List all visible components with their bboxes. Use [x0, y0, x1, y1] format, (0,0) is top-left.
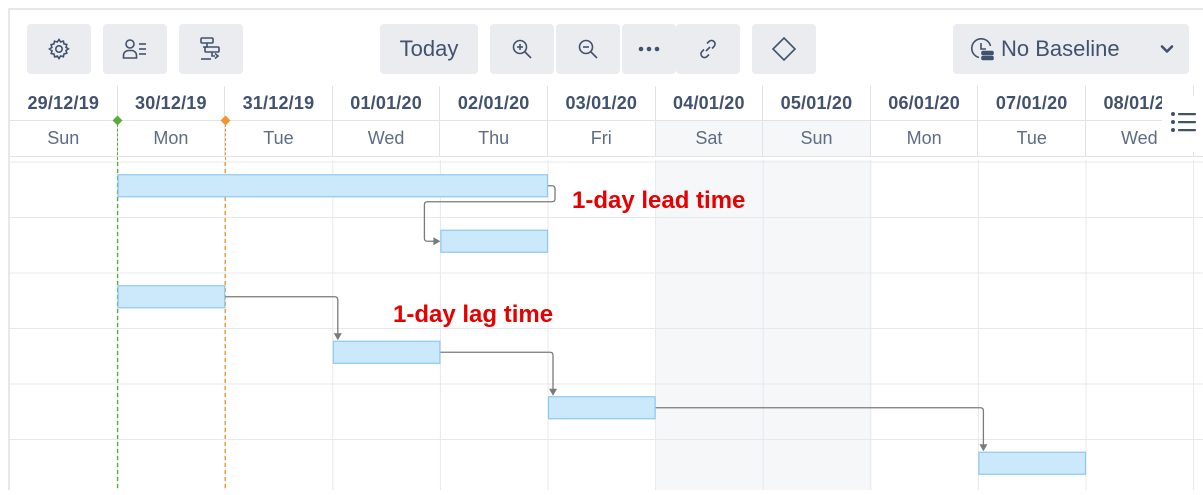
chain-link-icon — [696, 37, 720, 61]
task-bar[interactable] — [440, 229, 549, 253]
lag-time-annotation: 1-day lag time — [393, 301, 554, 328]
link-tasks-button[interactable] — [676, 24, 740, 74]
day-header-cell: Tue — [978, 121, 1086, 156]
day-header-cell: Tue — [225, 121, 333, 156]
zoom-out-button[interactable] — [556, 24, 620, 74]
timeline-header: 29/12/19 30/12/19 31/12/19 01/01/20 02/01/20… — [10, 86, 1203, 160]
date-header-cell: 04/01/20 — [656, 86, 764, 120]
gantt-app: Today No Baseline 29/12/19 30/12/19 31/1… — [0, 0, 1203, 495]
ellipsis-icon — [638, 46, 660, 52]
add-milestone-button[interactable] — [752, 24, 816, 74]
baseline-label: No Baseline — [1001, 36, 1120, 61]
settings-button[interactable] — [27, 24, 91, 74]
day-header-cell: Mon — [118, 121, 226, 156]
zoom-in-icon — [510, 37, 534, 61]
today-button[interactable]: Today — [380, 24, 478, 74]
day-header-cell: Wed — [333, 121, 441, 156]
more-options-button[interactable] — [622, 24, 676, 74]
today-button-label: Today — [399, 36, 459, 61]
task-bar[interactable] — [547, 396, 656, 420]
day-header-cell: Thu — [440, 121, 548, 156]
baseline-clock-icon — [969, 36, 995, 62]
today-marker-header-line — [116, 124, 118, 160]
dependency-arrowhead — [979, 444, 988, 452]
day-row: Sun Mon Tue Wed Thu Fri Sat Sun Mon Tue Wed — [10, 121, 1203, 157]
date-row: 29/12/19 30/12/19 31/12/19 01/01/20 02/01/20… — [10, 86, 1203, 121]
task-bar[interactable] — [332, 340, 441, 364]
weekend-column — [763, 160, 871, 490]
chevron-down-icon — [1159, 41, 1175, 57]
dependency-arrowhead — [549, 388, 557, 396]
date-header-cell: 05/01/20 — [763, 86, 871, 120]
date-header-cell: 31/12/19 — [225, 86, 333, 120]
baseline-dropdown[interactable]: No Baseline — [953, 24, 1189, 74]
date-header-cell: 01/01/20 — [333, 86, 441, 120]
date-header-cell: 06/01/20 — [871, 86, 979, 120]
resources-button[interactable] — [103, 24, 167, 74]
gantt-toolbar: Today No Baseline — [10, 10, 1203, 86]
dependency-lag-arrow — [225, 296, 339, 336]
dependency-arrowhead — [333, 333, 342, 341]
day-header-cell: Sat — [655, 121, 764, 156]
task-bar[interactable] — [978, 451, 1087, 475]
date-header-cell: 03/01/20 — [548, 86, 656, 120]
date-header-cell: 07/01/20 — [978, 86, 1086, 120]
list-icon — [1170, 110, 1196, 139]
date-header-cell: 30/12/19 — [118, 86, 226, 120]
people-list-icon — [122, 37, 148, 61]
day-header-cell: Sun — [10, 121, 118, 156]
task-bar[interactable] — [117, 174, 549, 198]
task-bar[interactable] — [117, 285, 226, 309]
gantt-bars-icon — [198, 36, 224, 62]
date-header-cell: 29/12/19 — [10, 86, 118, 120]
lead-time-annotation: 1-day lead time — [572, 187, 746, 214]
zoom-out-icon — [576, 37, 600, 61]
zoom-in-button[interactable] — [490, 24, 554, 74]
day-header-cell: Sun — [763, 121, 871, 156]
gear-icon — [47, 37, 71, 61]
toggle-task-list-button[interactable] — [1162, 96, 1203, 152]
dependency-arrowhead — [433, 237, 441, 246]
day-header-cell: Fri — [548, 121, 656, 156]
day-header-cell: Mon — [871, 121, 979, 156]
dependency-arrow — [440, 351, 554, 391]
date-marker-header-line — [224, 124, 226, 160]
date-header-cell: 02/01/20 — [440, 86, 548, 120]
diamond-icon — [771, 36, 797, 62]
critical-path-button[interactable] — [179, 24, 243, 74]
